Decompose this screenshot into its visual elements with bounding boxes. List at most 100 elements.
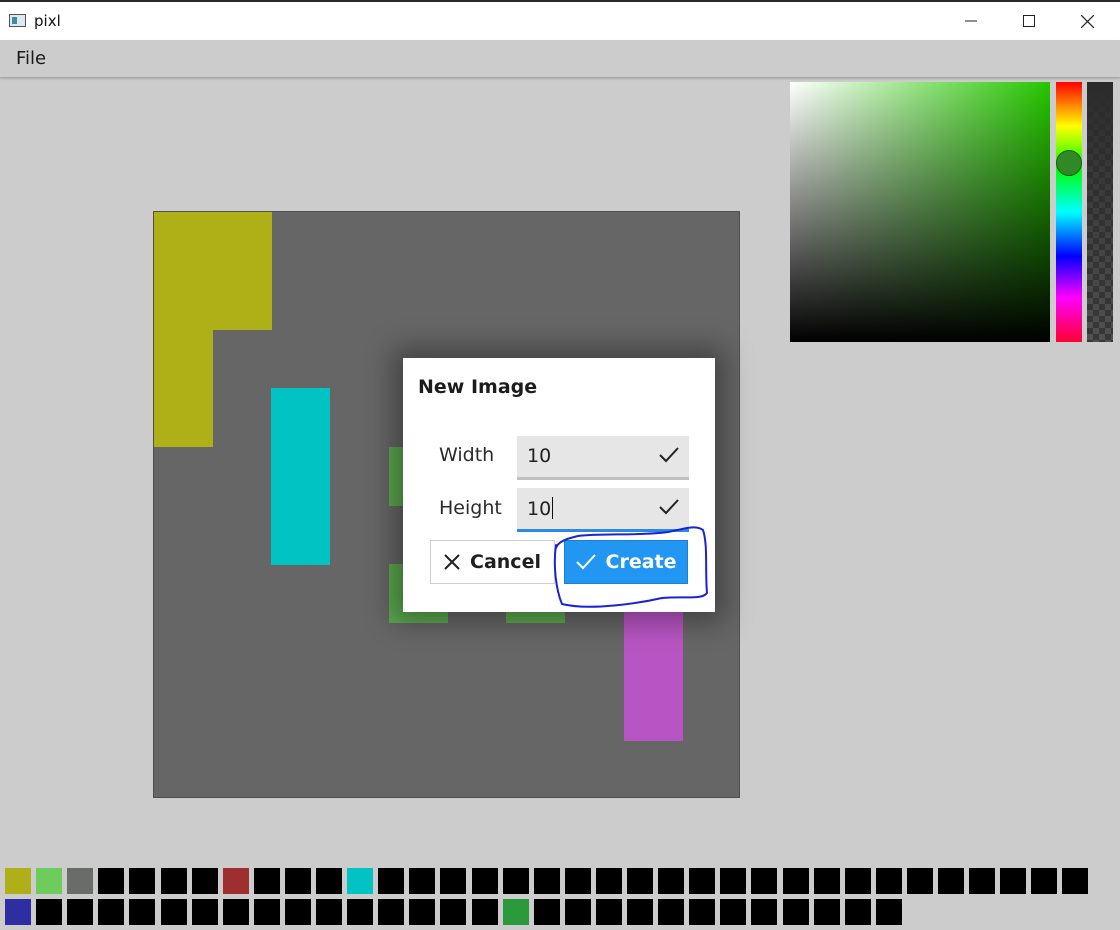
palette-swatch[interactable] (316, 868, 342, 894)
palette-swatch[interactable] (316, 899, 342, 925)
cancel-label: Cancel (470, 551, 541, 573)
palette-swatch[interactable] (783, 868, 809, 894)
palette-swatch[interactable] (938, 868, 964, 894)
palette-swatch[interactable] (689, 899, 715, 925)
height-label: Height (439, 497, 502, 519)
palette-swatch[interactable] (409, 868, 435, 894)
canvas-pixel (271, 446, 331, 506)
palette-swatch[interactable] (129, 868, 155, 894)
palette-swatch[interactable] (720, 868, 746, 894)
hue-slider-handle[interactable] (1056, 150, 1082, 176)
canvas-pixel (212, 212, 272, 271)
canvas-pixel (271, 388, 331, 448)
palette-swatch[interactable] (1031, 868, 1057, 894)
palette-swatch[interactable] (440, 868, 466, 894)
canvas-pixel (212, 270, 272, 330)
palette-swatch[interactable] (67, 868, 93, 894)
palette-swatch[interactable] (378, 868, 404, 894)
width-field[interactable]: 10 (517, 436, 689, 480)
palette-swatch[interactable] (5, 899, 31, 925)
canvas-pixel (271, 505, 331, 565)
minimize-button[interactable] (942, 2, 1000, 40)
palette-swatch[interactable] (503, 899, 529, 925)
palette-swatch[interactable] (161, 899, 187, 925)
palette-swatch[interactable] (503, 868, 529, 894)
saturation-value-picker[interactable] (790, 82, 1050, 342)
palette-swatch[interactable] (876, 868, 902, 894)
canvas-pixel (154, 388, 213, 448)
menu-file[interactable]: File (16, 48, 46, 69)
palette-swatch[interactable] (658, 868, 684, 894)
palette-swatch[interactable] (627, 899, 653, 925)
palette-swatch[interactable] (845, 899, 871, 925)
palette-swatch[interactable] (161, 868, 187, 894)
palette-swatch[interactable] (223, 899, 249, 925)
window-title: pixl (34, 12, 61, 30)
palette-swatch[interactable] (783, 899, 809, 925)
close-icon (444, 554, 460, 570)
palette-swatch[interactable] (814, 899, 840, 925)
close-icon (1080, 14, 1094, 28)
width-label: Width (439, 444, 495, 466)
palette-swatch[interactable] (409, 899, 435, 925)
canvas-pixel (154, 270, 213, 330)
menu-bar: File (0, 40, 1120, 78)
palette-swatch[interactable] (285, 899, 311, 925)
palette-swatch[interactable] (565, 868, 591, 894)
check-icon (659, 499, 679, 515)
palette-swatch[interactable] (192, 868, 218, 894)
palette-swatch[interactable] (347, 899, 373, 925)
palette-swatch[interactable] (36, 899, 62, 925)
title-bar: pixl (0, 0, 1120, 40)
palette-swatch[interactable] (876, 899, 902, 925)
palette-swatch[interactable] (254, 868, 280, 894)
palette-swatch[interactable] (36, 868, 62, 894)
create-button[interactable]: Create (564, 540, 688, 584)
palette-swatch[interactable] (565, 899, 591, 925)
close-button[interactable] (1058, 2, 1116, 40)
palette-swatch[interactable] (347, 868, 373, 894)
palette-swatch[interactable] (223, 868, 249, 894)
palette-swatch[interactable] (98, 868, 124, 894)
palette-swatch[interactable] (814, 868, 840, 894)
palette-swatch[interactable] (1000, 868, 1026, 894)
palette-swatch[interactable] (845, 868, 871, 894)
palette-swatch[interactable] (472, 868, 498, 894)
height-value: 10 (527, 498, 552, 520)
palette-swatch[interactable] (689, 868, 715, 894)
minimize-icon (965, 20, 977, 22)
cancel-button[interactable]: Cancel (430, 540, 555, 584)
palette-swatch[interactable] (969, 868, 995, 894)
height-field[interactable]: 10 (517, 488, 689, 532)
palette-swatch[interactable] (627, 868, 653, 894)
canvas-pixel (154, 329, 213, 389)
palette-swatch[interactable] (907, 868, 933, 894)
palette-swatch[interactable] (254, 899, 280, 925)
new-image-dialog: New Image Width 10 Height 10 Cancel Crea… (403, 358, 715, 612)
palette-swatch[interactable] (534, 868, 560, 894)
palette-swatch[interactable] (67, 899, 93, 925)
palette-swatch[interactable] (751, 899, 777, 925)
palette-swatch[interactable] (596, 899, 622, 925)
app-icon (9, 14, 26, 27)
palette-swatch[interactable] (472, 899, 498, 925)
palette-swatch[interactable] (192, 899, 218, 925)
palette-swatch[interactable] (5, 868, 31, 894)
maximize-button[interactable] (1000, 2, 1058, 40)
palette-swatch[interactable] (129, 899, 155, 925)
palette-swatch[interactable] (285, 868, 311, 894)
palette-swatch[interactable] (378, 899, 404, 925)
dialog-title: New Image (418, 376, 538, 398)
palette-swatch[interactable] (720, 899, 746, 925)
palette-swatch[interactable] (440, 899, 466, 925)
palette-swatch[interactable] (1062, 868, 1088, 894)
canvas-pixel (154, 212, 213, 271)
palette-swatch[interactable] (751, 868, 777, 894)
alpha-slider[interactable] (1087, 82, 1113, 342)
hue-slider[interactable] (1056, 82, 1082, 342)
palette-swatch[interactable] (98, 899, 124, 925)
check-icon (659, 447, 679, 463)
palette-swatch[interactable] (658, 899, 684, 925)
palette-swatch[interactable] (534, 899, 560, 925)
palette-swatch[interactable] (596, 868, 622, 894)
